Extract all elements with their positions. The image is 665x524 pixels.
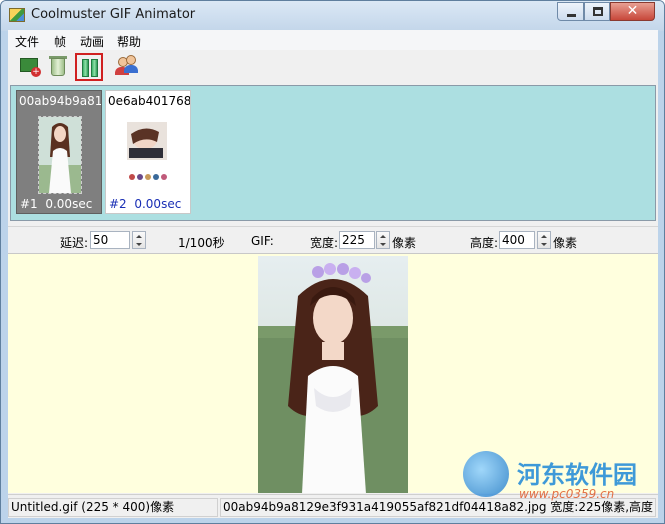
preview-image — [258, 256, 408, 493]
frame-thumbnail-image — [123, 116, 171, 194]
users-button[interactable] — [112, 53, 140, 81]
delay-unit-label: 1/100秒 — [178, 236, 225, 250]
height-input[interactable]: 400 — [499, 231, 535, 249]
menu-frame[interactable]: 帧 — [54, 33, 66, 50]
frame-name: 0e6ab401768 — [108, 94, 190, 108]
frame-thumbnail — [123, 116, 171, 194]
width-input[interactable]: 225 — [339, 231, 375, 249]
width-label: 宽度: — [310, 236, 339, 250]
maximize-icon — [593, 7, 603, 16]
menu-bar: 文件 帧 动画 帮助 — [8, 30, 658, 50]
frame-info: #1 0.00sec — [20, 197, 92, 211]
app-icon — [9, 8, 25, 22]
spin-down-icon — [136, 243, 142, 246]
width-unit-label: 像素 — [392, 236, 417, 250]
delay-label: 延迟: — [60, 236, 89, 250]
minimize-icon — [567, 14, 576, 17]
frame-index: #2 — [109, 197, 127, 211]
spin-up-icon — [136, 235, 142, 238]
delay-input[interactable]: 50 — [90, 231, 130, 249]
play-pause-button[interactable] — [75, 53, 103, 81]
play-pause-icon — [82, 59, 89, 77]
close-button[interactable]: ✕ — [610, 2, 655, 21]
frame-thumbnail-image — [39, 117, 81, 193]
spin-down-icon — [380, 243, 386, 246]
spin-up-icon — [380, 235, 386, 238]
delete-frame-icon — [51, 58, 65, 76]
spin-up-icon — [541, 235, 547, 238]
minimize-button[interactable] — [557, 2, 584, 21]
menu-file[interactable]: 文件 — [15, 33, 39, 50]
title-bar[interactable]: Coolmuster GIF Animator ✕ — [1, 1, 664, 31]
window-title: Coolmuster GIF Animator — [31, 7, 196, 22]
client-area: 文件 帧 动画 帮助 + 00ab94b9a81 #1 0.00sec 0e6a… — [8, 30, 658, 518]
frame-delay: 0.00sec — [134, 197, 182, 211]
delete-frame-button[interactable] — [44, 53, 72, 81]
settings-row: 延迟: 50 1/100秒 GIF: 宽度: 225 像素 高度: 400 像素 — [8, 226, 658, 252]
spin-down-icon — [541, 243, 547, 246]
watermark: 河东软件园 www.pc0359.cn — [459, 447, 659, 511]
add-frame-button[interactable]: + — [16, 53, 44, 81]
width-spinner[interactable] — [376, 231, 390, 249]
frames-strip[interactable]: 00ab94b9a81 #1 0.00sec 0e6ab401768 #2 0.… — [10, 85, 656, 221]
height-label: 高度: — [470, 236, 499, 250]
user2-icon — [126, 55, 136, 65]
frame-item[interactable]: 0e6ab401768 #2 0.00sec — [105, 90, 191, 214]
height-spinner[interactable] — [537, 231, 551, 249]
status-file: Untitled.gif (225 * 400)像素 — [8, 498, 218, 517]
frame-delay: 0.00sec — [45, 197, 93, 211]
frame-name: 00ab94b9a81 — [19, 94, 101, 108]
frame-thumbnail — [38, 116, 82, 194]
watermark-logo-icon — [463, 451, 509, 497]
toolbar: + — [8, 50, 658, 83]
pause-bar-icon — [91, 59, 98, 77]
close-icon: ✕ — [626, 3, 639, 19]
frame-info: #2 0.00sec — [109, 197, 181, 211]
app-window: Coolmuster GIF Animator ✕ 文件 帧 动画 帮助 + 0… — [0, 0, 665, 524]
watermark-text: 河东软件园 — [517, 460, 637, 489]
gif-label: GIF: — [251, 234, 274, 248]
menu-animation[interactable]: 动画 — [80, 33, 104, 50]
user2-body-icon — [124, 65, 138, 73]
watermark-url: www.pc0359.cn — [519, 487, 615, 501]
height-unit-label: 像素 — [553, 236, 578, 250]
maximize-button[interactable] — [584, 2, 610, 21]
add-badge-icon: + — [31, 67, 41, 77]
frame-index: #1 — [20, 197, 38, 211]
delay-spinner[interactable] — [132, 231, 146, 249]
menu-help[interactable]: 帮助 — [117, 33, 141, 50]
frame-item[interactable]: 00ab94b9a81 #1 0.00sec — [16, 90, 102, 214]
